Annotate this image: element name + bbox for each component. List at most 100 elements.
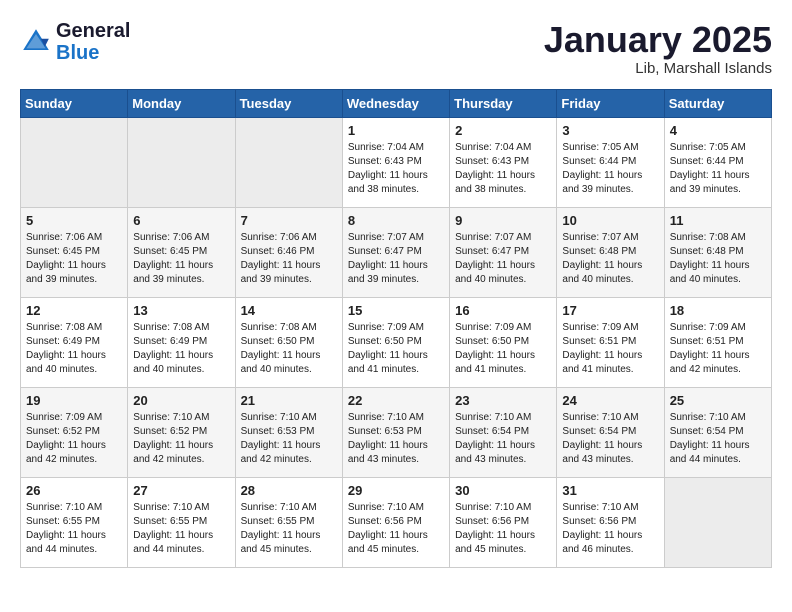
weekday-header: Wednesday xyxy=(342,89,449,117)
day-info: Sunrise: 7:10 AM Sunset: 6:56 PM Dayligh… xyxy=(455,501,551,557)
weekday-header: Thursday xyxy=(450,89,557,117)
day-info: Sunrise: 7:08 AM Sunset: 6:49 PM Dayligh… xyxy=(133,321,229,377)
day-number: 12 xyxy=(26,303,122,318)
day-number: 31 xyxy=(562,483,658,498)
calendar-cell: 25Sunrise: 7:10 AM Sunset: 6:54 PM Dayli… xyxy=(664,387,771,477)
calendar-cell: 22Sunrise: 7:10 AM Sunset: 6:53 PM Dayli… xyxy=(342,387,449,477)
logo: General Blue xyxy=(20,20,130,64)
day-info: Sunrise: 7:08 AM Sunset: 6:50 PM Dayligh… xyxy=(241,321,337,377)
day-number: 15 xyxy=(348,303,444,318)
calendar-cell: 9 Sunrise: 7:07 AM Sunset: 6:47 PM Daylig… xyxy=(450,207,557,297)
day-number: 2 xyxy=(455,123,551,138)
day-number: 28 xyxy=(241,483,337,498)
calendar-week-row: 26 Sunrise: 7:10 AM Sunset: 6:55 PM Dayli… xyxy=(21,477,772,567)
calendar-cell xyxy=(664,477,771,567)
logo-line2: Blue xyxy=(56,42,130,64)
calendar-cell: 12 Sunrise: 7:08 AM Sunset: 6:49 PM Dayli… xyxy=(21,297,128,387)
day-number: 26 xyxy=(26,483,122,498)
weekday-header: Tuesday xyxy=(235,89,342,117)
calendar-cell: 5 Sunrise: 7:06 AM Sunset: 6:45 PM Daylig… xyxy=(21,207,128,297)
day-number: 6 xyxy=(133,213,229,228)
day-info: Sunrise: 7:10 AM Sunset: 6:56 PM Dayligh… xyxy=(562,501,658,557)
day-number: 1 xyxy=(348,123,444,138)
day-info: Sunrise: 7:07 AM Sunset: 6:48 PM Dayligh… xyxy=(562,231,658,287)
calendar-cell: 19 Sunrise: 7:09 AM Sunset: 6:52 PM Dayli… xyxy=(21,387,128,477)
day-info: Sunrise: 7:07 AM Sunset: 6:47 PM Dayligh… xyxy=(455,231,551,287)
day-number: 23 xyxy=(455,393,551,408)
day-info: Sunrise: 7:08 AM Sunset: 6:48 PM Dayligh… xyxy=(670,231,766,287)
calendar-cell: 14 Sunrise: 7:08 AM Sunset: 6:50 PM Dayli… xyxy=(235,297,342,387)
calendar-week-row: 5 Sunrise: 7:06 AM Sunset: 6:45 PM Daylig… xyxy=(21,207,772,297)
weekday-header: Monday xyxy=(128,89,235,117)
day-info: Sunrise: 7:06 AM Sunset: 6:45 PM Dayligh… xyxy=(26,231,122,287)
calendar-subtitle: Lib, Marshall Islands xyxy=(544,60,772,77)
day-number: 16 xyxy=(455,303,551,318)
calendar-cell: 23 Sunrise: 7:10 AM Sunset: 6:54 PM Dayli… xyxy=(450,387,557,477)
calendar-cell xyxy=(128,117,235,207)
weekday-header: Friday xyxy=(557,89,664,117)
day-number: 21 xyxy=(241,393,337,408)
calendar-cell: 27Sunrise: 7:10 AM Sunset: 6:55 PM Dayli… xyxy=(128,477,235,567)
day-info: Sunrise: 7:04 AM Sunset: 6:43 PM Dayligh… xyxy=(348,141,444,197)
calendar-cell: 6 Sunrise: 7:06 AM Sunset: 6:45 PM Daylig… xyxy=(128,207,235,297)
day-number: 24 xyxy=(562,393,658,408)
calendar-cell: 30 Sunrise: 7:10 AM Sunset: 6:56 PM Dayli… xyxy=(450,477,557,567)
calendar-cell: 18Sunrise: 7:09 AM Sunset: 6:51 PM Dayli… xyxy=(664,297,771,387)
day-number: 14 xyxy=(241,303,337,318)
calendar-cell: 21 Sunrise: 7:10 AM Sunset: 6:53 PM Dayli… xyxy=(235,387,342,477)
calendar-cell: 13 Sunrise: 7:08 AM Sunset: 6:49 PM Dayli… xyxy=(128,297,235,387)
day-number: 18 xyxy=(670,303,766,318)
day-info: Sunrise: 7:09 AM Sunset: 6:50 PM Dayligh… xyxy=(455,321,551,377)
day-info: Sunrise: 7:05 AM Sunset: 6:44 PM Dayligh… xyxy=(670,141,766,197)
calendar-week-row: 19 Sunrise: 7:09 AM Sunset: 6:52 PM Dayli… xyxy=(21,387,772,477)
day-info: Sunrise: 7:09 AM Sunset: 6:52 PM Dayligh… xyxy=(26,411,122,467)
weekday-header: Saturday xyxy=(664,89,771,117)
calendar-title: January 2025 xyxy=(544,20,772,60)
day-info: Sunrise: 7:10 AM Sunset: 6:55 PM Dayligh… xyxy=(26,501,122,557)
calendar-cell: 4 Sunrise: 7:05 AM Sunset: 6:44 PM Daylig… xyxy=(664,117,771,207)
day-info: Sunrise: 7:10 AM Sunset: 6:54 PM Dayligh… xyxy=(562,411,658,467)
day-info: Sunrise: 7:08 AM Sunset: 6:49 PM Dayligh… xyxy=(26,321,122,377)
calendar-table: SundayMondayTuesdayWednesdayThursdayFrid… xyxy=(20,89,772,568)
day-number: 30 xyxy=(455,483,551,498)
day-info: Sunrise: 7:06 AM Sunset: 6:46 PM Dayligh… xyxy=(241,231,337,287)
day-number: 20 xyxy=(133,393,229,408)
logo-line1: General xyxy=(56,20,130,42)
calendar-cell: 31 Sunrise: 7:10 AM Sunset: 6:56 PM Dayli… xyxy=(557,477,664,567)
day-info: Sunrise: 7:05 AM Sunset: 6:44 PM Dayligh… xyxy=(562,141,658,197)
day-info: Sunrise: 7:10 AM Sunset: 6:54 PM Dayligh… xyxy=(670,411,766,467)
logo-icon xyxy=(20,26,52,58)
day-number: 10 xyxy=(562,213,658,228)
day-number: 3 xyxy=(562,123,658,138)
calendar-week-row: 12 Sunrise: 7:08 AM Sunset: 6:49 PM Dayli… xyxy=(21,297,772,387)
calendar-cell: 2 Sunrise: 7:04 AM Sunset: 6:43 PM Daylig… xyxy=(450,117,557,207)
weekday-header: Sunday xyxy=(21,89,128,117)
day-info: Sunrise: 7:10 AM Sunset: 6:54 PM Dayligh… xyxy=(455,411,551,467)
day-info: Sunrise: 7:06 AM Sunset: 6:45 PM Dayligh… xyxy=(133,231,229,287)
calendar-cell: 24 Sunrise: 7:10 AM Sunset: 6:54 PM Dayli… xyxy=(557,387,664,477)
day-info: Sunrise: 7:10 AM Sunset: 6:55 PM Dayligh… xyxy=(241,501,337,557)
calendar-cell: 11 Sunrise: 7:08 AM Sunset: 6:48 PM Dayli… xyxy=(664,207,771,297)
calendar-cell: 15Sunrise: 7:09 AM Sunset: 6:50 PM Dayli… xyxy=(342,297,449,387)
day-info: Sunrise: 7:10 AM Sunset: 6:53 PM Dayligh… xyxy=(241,411,337,467)
day-number: 29 xyxy=(348,483,444,498)
calendar-cell: 8Sunrise: 7:07 AM Sunset: 6:47 PM Daylig… xyxy=(342,207,449,297)
day-number: 19 xyxy=(26,393,122,408)
calendar-week-row: 1 Sunrise: 7:04 AM Sunset: 6:43 PM Daylig… xyxy=(21,117,772,207)
page-header: General Blue January 2025 Lib, Marshall … xyxy=(20,20,772,77)
day-number: 13 xyxy=(133,303,229,318)
calendar-cell: 28 Sunrise: 7:10 AM Sunset: 6:55 PM Dayli… xyxy=(235,477,342,567)
calendar-cell: 10 Sunrise: 7:07 AM Sunset: 6:48 PM Dayli… xyxy=(557,207,664,297)
calendar-cell: 1 Sunrise: 7:04 AM Sunset: 6:43 PM Daylig… xyxy=(342,117,449,207)
day-info: Sunrise: 7:10 AM Sunset: 6:52 PM Dayligh… xyxy=(133,411,229,467)
day-number: 4 xyxy=(670,123,766,138)
day-number: 22 xyxy=(348,393,444,408)
day-number: 9 xyxy=(455,213,551,228)
day-number: 5 xyxy=(26,213,122,228)
calendar-cell: 29Sunrise: 7:10 AM Sunset: 6:56 PM Dayli… xyxy=(342,477,449,567)
calendar-cell xyxy=(21,117,128,207)
day-number: 11 xyxy=(670,213,766,228)
calendar-cell xyxy=(235,117,342,207)
day-info: Sunrise: 7:04 AM Sunset: 6:43 PM Dayligh… xyxy=(455,141,551,197)
day-info: Sunrise: 7:07 AM Sunset: 6:47 PM Dayligh… xyxy=(348,231,444,287)
